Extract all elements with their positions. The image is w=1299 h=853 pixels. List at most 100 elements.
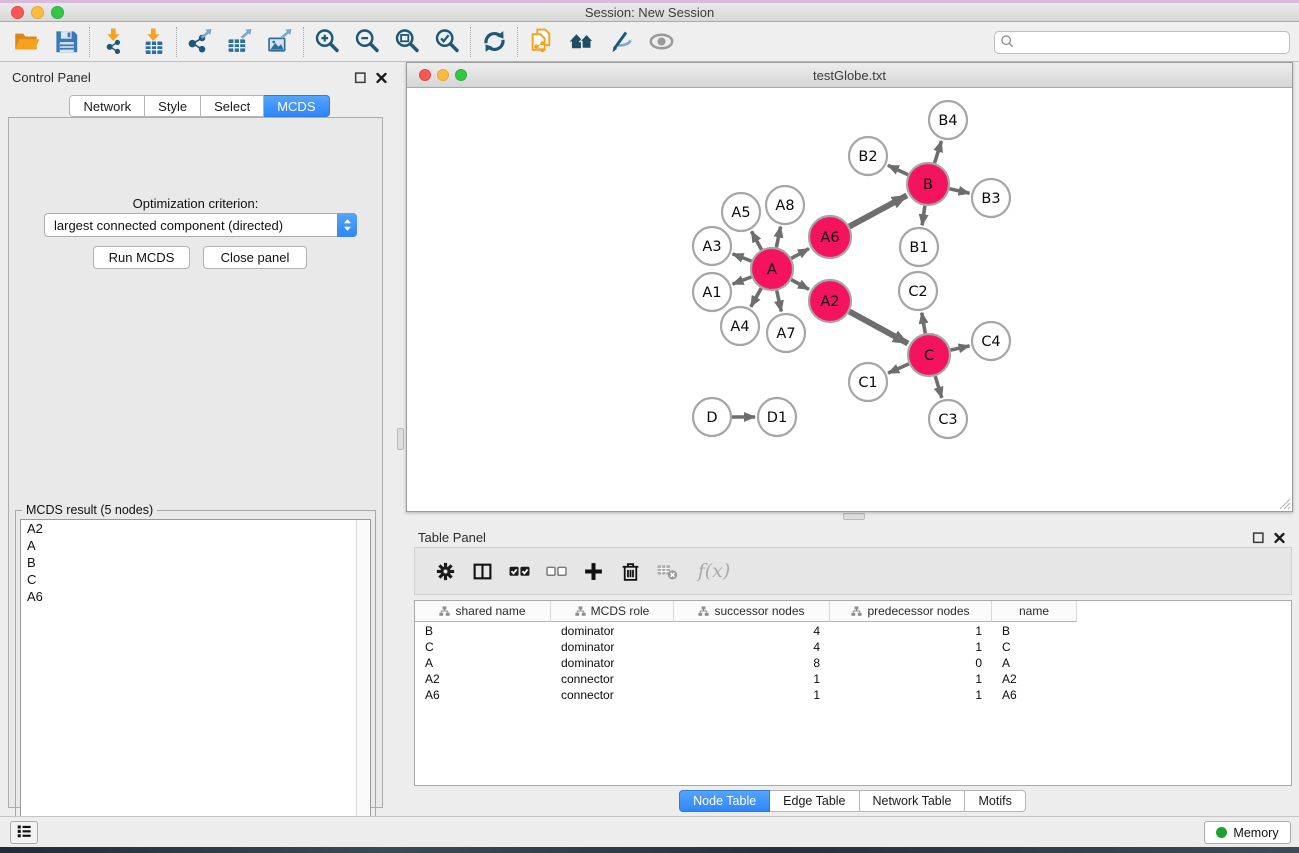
float-table-panel-icon[interactable] [1251, 530, 1266, 545]
cell-MCDS-role[interactable]: connector [551, 687, 674, 703]
cell-predecessor-nodes[interactable]: 0 [830, 655, 992, 671]
zoom-in-button[interactable] [307, 26, 347, 58]
panel-divider-horizontal[interactable] [843, 513, 865, 520]
result-list-item[interactable]: A [21, 537, 370, 554]
column-header-MCDS-role[interactable]: MCDS role [551, 601, 674, 622]
node-B1[interactable]: B1 [900, 228, 938, 266]
edge-B-B2[interactable] [888, 165, 908, 174]
node-A6[interactable]: A6 [809, 216, 851, 258]
node-A1[interactable]: A1 [693, 273, 731, 311]
cell-successor-nodes[interactable]: 1 [674, 671, 830, 687]
tab-node-table[interactable]: Node Table [679, 790, 770, 812]
tab-mcds[interactable]: MCDS [264, 95, 329, 117]
select-all-button[interactable] [501, 553, 538, 589]
tab-edge-table[interactable]: Edge Table [770, 790, 859, 812]
cell-predecessor-nodes[interactable]: 1 [830, 671, 992, 687]
memory-button[interactable]: Memory [1204, 821, 1291, 844]
edge-A-A3[interactable] [733, 254, 752, 261]
close-panel-icon[interactable] [374, 70, 389, 85]
network-canvas[interactable]: B4B2BB3A5A8A6A3B1AA1C2A2A4A7CC4C1C3DD1 [407, 88, 1292, 511]
edge-C-C1[interactable] [888, 364, 909, 373]
cell-shared-name[interactable]: B [415, 623, 551, 639]
node-B4[interactable]: B4 [929, 101, 967, 139]
bird-eye-view-button[interactable] [641, 26, 681, 58]
node-B2[interactable]: B2 [849, 137, 887, 175]
column-header-name[interactable]: name [992, 601, 1077, 622]
column-header-successor-nodes[interactable]: successor nodes [674, 601, 830, 622]
cell-name[interactable]: A [992, 655, 1077, 671]
node-C3[interactable]: C3 [929, 400, 967, 438]
cell-MCDS-role[interactable]: connector [551, 671, 674, 687]
cell-successor-nodes[interactable]: 1 [674, 687, 830, 703]
node-B[interactable]: B [907, 163, 949, 205]
delete-column-button[interactable] [612, 553, 649, 589]
search-input[interactable] [1015, 32, 1289, 53]
node-C[interactable]: C [908, 334, 950, 376]
tab-network-table[interactable]: Network Table [860, 790, 966, 812]
node-A4[interactable]: A4 [721, 307, 759, 345]
cell-name[interactable]: C [992, 639, 1077, 655]
run-mcds-button[interactable]: Run MCDS [93, 246, 190, 269]
node-A5[interactable]: A5 [722, 193, 760, 231]
cell-shared-name[interactable]: A6 [415, 687, 551, 703]
task-history-button[interactable] [10, 821, 38, 844]
edge-B-B3[interactable] [949, 189, 969, 193]
table-row-C[interactable]: Cdominator41C [415, 639, 1077, 655]
add-column-button[interactable] [575, 553, 612, 589]
cell-name[interactable]: B [992, 623, 1077, 639]
cell-successor-nodes[interactable]: 4 [674, 623, 830, 639]
close-table-panel-icon[interactable] [1272, 530, 1287, 545]
node-D[interactable]: D [693, 398, 731, 436]
cell-shared-name[interactable]: A2 [415, 671, 551, 687]
table-row-B[interactable]: Bdominator41B [415, 623, 1077, 639]
edge-A-A7[interactable] [777, 290, 782, 311]
zoom-out-button[interactable] [347, 26, 387, 58]
edge-A6-B[interactable] [849, 195, 907, 226]
optimization-criterion-dropdown[interactable]: largest connected component (directed) [44, 213, 357, 237]
save-session-button[interactable] [46, 26, 86, 58]
network-window-titlebar[interactable]: testGlobe.txt [407, 63, 1292, 88]
export-network-button[interactable] [180, 26, 220, 58]
result-list-item[interactable]: B [21, 554, 370, 571]
edge-A-A1[interactable] [733, 277, 752, 284]
import-network-button[interactable] [93, 26, 133, 58]
result-list-item[interactable]: C [21, 571, 370, 588]
result-list-item[interactable]: A6 [21, 588, 370, 605]
zoom-selected-button[interactable] [427, 26, 467, 58]
deselect-all-button[interactable] [538, 553, 575, 589]
cell-shared-name[interactable]: C [415, 639, 551, 655]
edge-A-A4[interactable] [751, 288, 761, 307]
function-builder-button[interactable]: f(x) [686, 553, 738, 589]
apply-layout-button[interactable] [474, 26, 514, 58]
cell-predecessor-nodes[interactable]: 1 [830, 639, 992, 655]
table-row-A[interactable]: Adominator80A [415, 655, 1077, 671]
split-columns-button[interactable] [464, 553, 501, 589]
tab-motifs[interactable]: Motifs [965, 790, 1025, 812]
new-network-from-selection-button[interactable] [521, 26, 561, 58]
node-D1[interactable]: D1 [758, 398, 796, 436]
float-panel-icon[interactable] [353, 70, 368, 85]
export-table-button[interactable] [220, 26, 260, 58]
node-A8[interactable]: A8 [766, 186, 804, 224]
zoom-fit-button[interactable] [387, 26, 427, 58]
result-list-item[interactable]: A2 [21, 520, 370, 537]
cell-MCDS-role[interactable]: dominator [551, 655, 674, 671]
node-B3[interactable]: B3 [972, 179, 1010, 217]
edge-C-C2[interactable] [922, 313, 926, 334]
cell-MCDS-role[interactable]: dominator [551, 623, 674, 639]
cell-name[interactable]: A2 [992, 671, 1077, 687]
open-file-button[interactable] [6, 26, 46, 58]
show-graphics-details-button[interactable] [601, 26, 641, 58]
edge-B-B1[interactable] [922, 206, 925, 225]
edge-A-A6[interactable] [791, 249, 809, 259]
edge-A-A8[interactable] [776, 227, 780, 248]
first-neighbors-button[interactable] [561, 26, 601, 58]
table-row-A2[interactable]: A2connector11A2 [415, 671, 1077, 687]
delete-table-button[interactable] [649, 553, 686, 589]
edge-A-A2[interactable] [791, 280, 809, 290]
import-table-button[interactable] [133, 26, 173, 58]
node-C2[interactable]: C2 [899, 272, 937, 310]
edge-A-A5[interactable] [752, 231, 762, 249]
cell-predecessor-nodes[interactable]: 1 [830, 687, 992, 703]
result-list-scrollbar[interactable] [356, 520, 370, 849]
